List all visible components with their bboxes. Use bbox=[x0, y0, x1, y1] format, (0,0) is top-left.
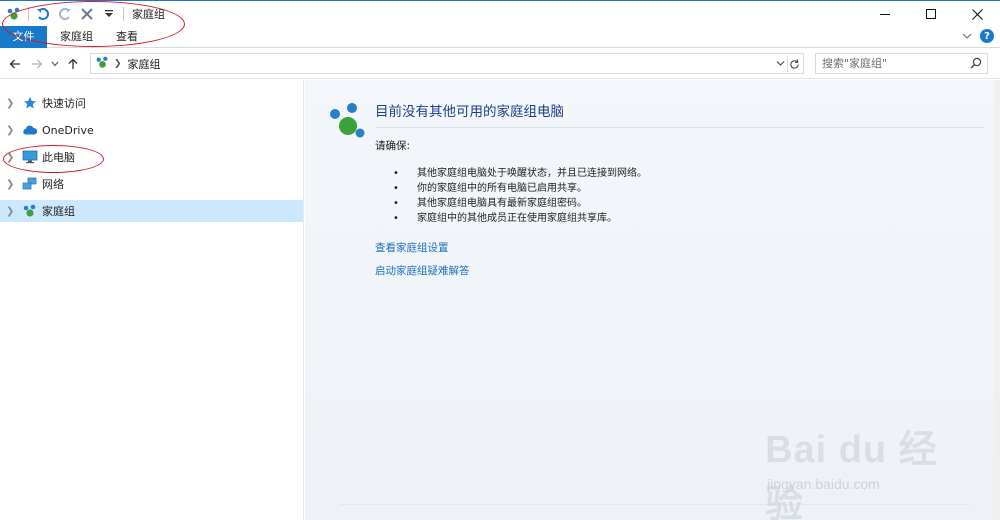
close-icon bbox=[971, 8, 983, 20]
computer-icon bbox=[22, 149, 38, 165]
sidebar-item-label: 快速访问 bbox=[42, 97, 86, 110]
network-icon bbox=[22, 176, 38, 192]
navigation-buttons bbox=[6, 55, 82, 73]
homegroup-icon bbox=[95, 55, 110, 73]
view-homegroup-settings-link[interactable]: 查看家庭组设置 bbox=[375, 240, 449, 255]
back-arrow-icon bbox=[9, 59, 20, 69]
back-button[interactable] bbox=[6, 55, 24, 73]
homegroup-icon bbox=[22, 203, 38, 219]
watermark-url: jingyan.baidu.com bbox=[767, 476, 880, 492]
tab-view[interactable]: 查看 bbox=[104, 26, 150, 48]
sidebar-item-label: 网络 bbox=[42, 178, 64, 191]
list-item: 家庭组中的其他成员正在使用家庭组共享库。 bbox=[393, 211, 647, 226]
ensure-label: 请确保: bbox=[375, 140, 411, 152]
address-history-dropdown[interactable] bbox=[776, 57, 785, 70]
chevron-down-icon bbox=[776, 61, 785, 66]
page-title: 目前没有其他可用的家庭组电脑 bbox=[375, 104, 564, 120]
cloud-icon bbox=[22, 122, 38, 138]
sidebar-item-label: OneDrive bbox=[42, 123, 94, 137]
toolbar-separator bbox=[28, 7, 29, 21]
ribbon-tab-bar: 文件 家庭组 查看 ? bbox=[0, 26, 1000, 48]
checklist: 其他家庭组电脑处于唤醒状态，并且已连接到网络。 你的家庭组中的所有电脑已启用共享… bbox=[393, 166, 647, 226]
expand-chevron-icon[interactable]: ❯ bbox=[6, 98, 20, 109]
expand-chevron-icon[interactable]: ❯ bbox=[6, 179, 20, 190]
folder-tree: ❯ 快速访问 ❯ OneDrive ❯ 此电脑 ❯ 网络 ❯ 家庭组 bbox=[0, 92, 303, 227]
search-input[interactable] bbox=[822, 57, 967, 70]
breadcrumb-separator-icon[interactable]: ❯ bbox=[114, 59, 122, 69]
title-bar: 家庭组 bbox=[0, 0, 1000, 26]
search-icon[interactable] bbox=[970, 57, 982, 72]
expand-chevron-icon[interactable]: ❯ bbox=[6, 125, 20, 136]
maximize-icon bbox=[926, 9, 936, 19]
forward-button[interactable] bbox=[28, 55, 46, 73]
refresh-button[interactable] bbox=[787, 56, 801, 72]
toolbar-separator bbox=[123, 7, 124, 21]
undo-icon[interactable] bbox=[35, 6, 51, 22]
minimize-icon bbox=[880, 14, 890, 15]
forward-arrow-icon bbox=[32, 59, 43, 69]
help-icon[interactable]: ? bbox=[980, 29, 994, 43]
chevron-down-icon bbox=[51, 61, 59, 67]
recent-locations-button[interactable] bbox=[50, 55, 60, 73]
list-item: 其他家庭组电脑具有最新家庭组密码。 bbox=[393, 196, 647, 211]
navigation-bar: ❯ 家庭组 bbox=[0, 49, 1000, 79]
window-controls bbox=[862, 1, 1000, 27]
baidu-watermark: Bai du 经验 jingyan.baidu.com bbox=[765, 418, 950, 520]
title-divider bbox=[375, 127, 985, 128]
maximize-button[interactable] bbox=[908, 1, 954, 27]
breadcrumb-homegroup[interactable]: 家庭组 bbox=[128, 56, 161, 72]
up-arrow-icon bbox=[68, 58, 78, 69]
sidebar-item-homegroup[interactable]: ❯ 家庭组 bbox=[0, 200, 303, 222]
window-title: 家庭组 bbox=[132, 8, 165, 21]
address-bar[interactable]: ❯ 家庭组 bbox=[90, 53, 804, 74]
close-button[interactable] bbox=[954, 1, 1000, 27]
tab-homegroup[interactable]: 家庭组 bbox=[48, 26, 105, 48]
refresh-icon bbox=[790, 58, 799, 69]
sidebar-item-label: 家庭组 bbox=[42, 205, 75, 218]
homegroup-large-icon bbox=[327, 100, 367, 140]
homegroup-icon bbox=[6, 6, 22, 22]
vertical-scrollbar[interactable] bbox=[994, 80, 1000, 520]
redo-icon[interactable] bbox=[57, 6, 73, 22]
watermark-brand: Bai du 经验 bbox=[765, 429, 938, 520]
list-item: 其他家庭组电脑处于唤醒状态，并且已连接到网络。 bbox=[393, 166, 647, 181]
minimize-button[interactable] bbox=[862, 1, 908, 27]
tab-file[interactable]: 文件 bbox=[0, 26, 47, 48]
delete-icon[interactable] bbox=[79, 6, 95, 22]
sidebar-item-quick-access[interactable]: ❯ 快速访问 bbox=[0, 92, 303, 114]
sidebar-item-onedrive[interactable]: ❯ OneDrive bbox=[0, 119, 303, 141]
homegroup-troubleshooter-link[interactable]: 启动家庭组疑难解答 bbox=[375, 263, 470, 278]
sidebar-item-network[interactable]: ❯ 网络 bbox=[0, 173, 303, 195]
search-box[interactable] bbox=[815, 53, 988, 74]
sidebar-item-this-pc[interactable]: ❯ 此电脑 bbox=[0, 146, 303, 168]
ribbon-right-controls: ? bbox=[962, 29, 994, 43]
up-button[interactable] bbox=[64, 55, 82, 73]
sidebar-item-label: 此电脑 bbox=[42, 151, 75, 164]
customize-toolbar-icon[interactable] bbox=[101, 6, 117, 22]
star-icon bbox=[22, 95, 38, 111]
navigation-pane: ❯ 快速访问 ❯ OneDrive ❯ 此电脑 ❯ 网络 ❯ 家庭组 bbox=[0, 80, 304, 520]
expand-chevron-icon[interactable]: ❯ bbox=[6, 152, 20, 163]
list-item: 你的家庭组中的所有电脑已启用共享。 bbox=[393, 181, 647, 196]
expand-chevron-icon[interactable]: ❯ bbox=[6, 206, 20, 217]
expand-ribbon-icon[interactable] bbox=[962, 30, 972, 43]
quick-access-toolbar: 家庭组 bbox=[6, 5, 165, 23]
